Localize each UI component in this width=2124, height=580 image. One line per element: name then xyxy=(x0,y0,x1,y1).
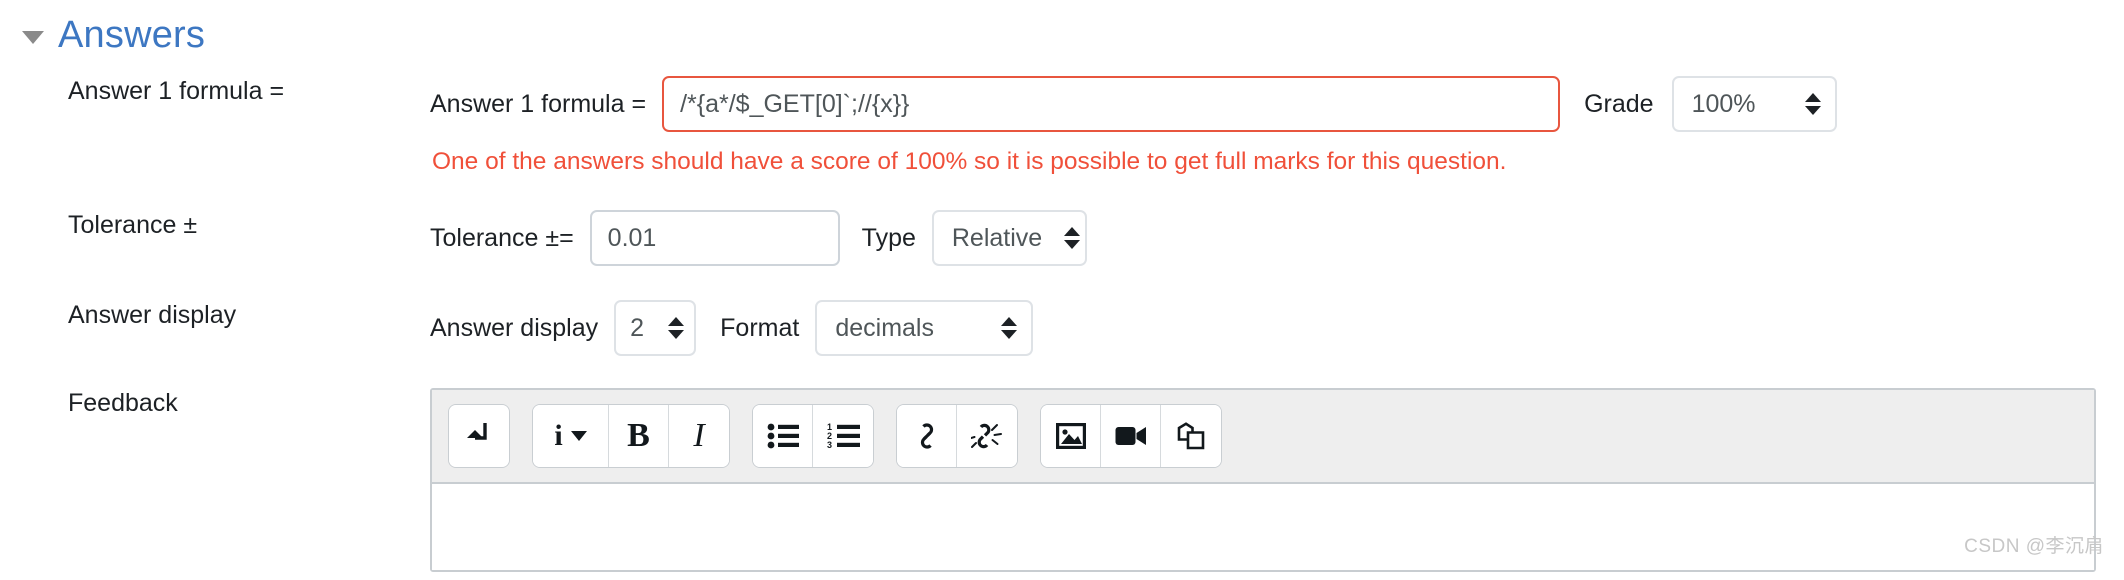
answer-1-formula-label: Answer 1 formula = xyxy=(68,77,285,105)
bullet-list-button[interactable] xyxy=(753,405,813,468)
insert-link-button[interactable] xyxy=(897,405,957,468)
answer-display-row: Answer display Answer display 2 Format d… xyxy=(0,300,2124,357)
tolerance-type-label: Type xyxy=(861,223,916,252)
chevron-down-icon xyxy=(570,431,587,442)
answer-1-formula-inline-label: Answer 1 formula = xyxy=(430,89,647,118)
grade-select[interactable]: 100% xyxy=(1671,76,1837,132)
feedback-rich-text-editor: i B I 1 2 3 xyxy=(430,388,2096,573)
answer-1-formula-controls: Answer 1 formula = Grade 100% xyxy=(430,76,2124,132)
bold-icon: B xyxy=(627,417,650,455)
answer-1-formula-input[interactable] xyxy=(662,76,1561,132)
answer-display-selected-value: 2 xyxy=(630,313,645,342)
feedback-editor-content[interactable] xyxy=(432,484,2094,571)
italic-button[interactable]: I xyxy=(669,405,729,468)
insert-video-button[interactable] xyxy=(1101,405,1161,468)
unlink-button[interactable] xyxy=(957,405,1017,468)
chevron-updown-icon xyxy=(668,317,685,340)
expand-toolbar-button[interactable] xyxy=(449,405,509,468)
toolbar-group-lists: 1 2 3 xyxy=(752,404,874,469)
page-title: Answers xyxy=(58,14,206,56)
grade-label: Grade xyxy=(1584,89,1654,118)
answer-display-label: Answer display xyxy=(68,301,237,330)
toolbar-group-format: i B I xyxy=(532,404,730,469)
format-selected-value: decimals xyxy=(835,313,934,342)
triangle-down-icon[interactable] xyxy=(22,30,44,44)
tolerance-inline-label: Tolerance ±= xyxy=(430,223,574,252)
toolbar-group-links xyxy=(896,404,1018,469)
insert-image-button[interactable] xyxy=(1041,405,1101,468)
tolerance-label: Tolerance ± xyxy=(68,211,198,240)
answer-1-formula-row: Answer 1 formula = Answer 1 formula = Gr… xyxy=(0,76,2124,176)
toolbar-group-media xyxy=(1040,404,1222,469)
format-label: Format xyxy=(720,313,800,342)
svg-text:3: 3 xyxy=(827,440,832,449)
tolerance-type-select[interactable]: Relative xyxy=(931,210,1087,267)
answer-display-controls: Answer display 2 Format decimals xyxy=(430,300,2124,357)
bold-button[interactable]: B xyxy=(609,405,669,468)
editor-toolbar: i B I 1 2 3 xyxy=(432,390,2094,485)
answer-1-error-message: One of the answers should have a score o… xyxy=(432,148,1507,175)
chevron-updown-icon xyxy=(1001,317,1018,340)
format-select[interactable]: decimals xyxy=(815,300,1034,357)
grade-selected-value: 100% xyxy=(1691,89,1756,118)
toolbar-group-expand xyxy=(448,404,510,469)
chevron-updown-icon xyxy=(1804,93,1821,115)
tolerance-controls: Tolerance ±= Type Relative xyxy=(430,210,2124,267)
answer-display-select[interactable]: 2 xyxy=(614,300,697,357)
feedback-label: Feedback xyxy=(68,389,178,418)
answers-section-header[interactable]: Answers xyxy=(0,0,2124,62)
feedback-row: Feedback i B I 1 2 3 xyxy=(0,388,2124,573)
chevron-updown-icon xyxy=(1064,227,1081,250)
italic-icon: I xyxy=(693,417,705,455)
tolerance-row: Tolerance ± Tolerance ±= Type Relative xyxy=(0,210,2124,267)
tolerance-input[interactable] xyxy=(589,210,840,267)
manage-files-button[interactable] xyxy=(1161,405,1221,468)
styles-dropdown-button[interactable]: i xyxy=(533,405,609,468)
tolerance-type-selected-value: Relative xyxy=(951,223,1043,252)
answer-display-inline-label: Answer display xyxy=(430,313,599,342)
info-icon: i xyxy=(554,419,563,453)
numbered-list-button[interactable]: 1 2 3 xyxy=(813,405,873,468)
